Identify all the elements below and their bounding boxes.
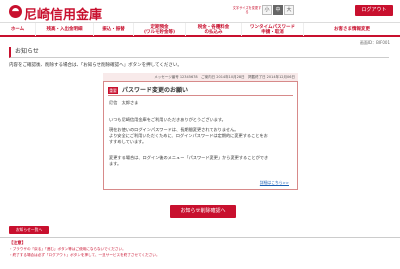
font-size-controls: 小 中 大: [262, 5, 294, 15]
message-paragraph: 変更する場合は、ログイン後のメニュー「パスワード変更」から変更することができ: [109, 155, 269, 160]
details-link[interactable]: 詳細はこちら>>: [260, 180, 289, 186]
message-addressee: 尼信 太郎さま: [109, 100, 139, 105]
page-id: 画面ID：BIF001: [359, 40, 390, 45]
important-badge: 重要: [108, 87, 118, 94]
nav-item-label: ホーム: [10, 27, 25, 32]
back-to-list-button[interactable]: お知らせ一覧へ: [9, 226, 49, 234]
brand-logo-icon: [9, 5, 22, 18]
intro-text: 内容をご確認後、削除する場合は、「お知らせ削除確認へ」ボタンを押してください。: [9, 63, 182, 68]
font-size-large-button[interactable]: 大: [284, 5, 294, 15]
message-meta: メッセージ番号 12345678 ご案内日 2014年10月28日 掲載終了日 …: [103, 73, 298, 81]
nav-item-sublabel: の払込み: [204, 29, 223, 35]
nav-item-balance[interactable]: 残高・入出金明細: [36, 23, 94, 36]
nav-item-home[interactable]: ホーム: [0, 23, 36, 36]
nav-item-one-time-password[interactable]: ワンタイムパスワード 申請・取消: [242, 23, 304, 36]
message-paragraph: いつも尼崎信用金庫をご利用いただきありがとうございます。: [109, 117, 226, 122]
message-paragraph: すすめしています。: [109, 139, 147, 144]
nav-item-label: お客さま情報変更: [334, 27, 370, 32]
logout-button[interactable]: ログアウト: [355, 5, 393, 16]
nav-item-sublabel: (ワルモ貯金等): [143, 29, 176, 35]
nav-item-time-deposit[interactable]: 定期預金 (ワルモ貯金等): [134, 23, 186, 36]
main-nav: ホーム 残高・入出金明細 振込・振替 定期預金 (ワルモ貯金等) 税金・各種料金…: [0, 22, 400, 37]
nav-item-label: 振込・振替: [102, 27, 125, 32]
header: 尼崎信用金庫 文字サイズを変更する 小 中 大 ログアウト: [0, 0, 400, 23]
nav-item-label: 残高・入出金明細: [46, 27, 83, 32]
divider: [0, 237, 400, 238]
message-box: 重要 パスワード変更のお願い 尼信 太郎さま いつも尼崎信用金庫をご利用いただき…: [103, 81, 298, 190]
message-header: 重要 パスワード変更のお願い: [108, 86, 293, 96]
nav-item-transfer[interactable]: 振込・振替: [94, 23, 134, 36]
message-paragraph: ます。: [109, 161, 122, 166]
brand-name: 尼崎信用金庫: [24, 8, 103, 23]
font-size-label: 文字サイズを変更する: [232, 6, 262, 14]
font-size-small-button[interactable]: 小: [262, 5, 272, 15]
page-title: お知らせ: [9, 47, 389, 58]
message-title: パスワード変更のお願い: [122, 87, 189, 94]
delete-confirm-button[interactable]: お知らせ削除確認へ: [170, 205, 236, 218]
note-line: ・終了する場合は必ず「ログアウト」ボタンを押して、一旦サービスを終了させてくださ…: [9, 253, 160, 257]
nav-item-sublabel: 申請・取消: [261, 29, 284, 35]
font-size-medium-button[interactable]: 中: [273, 5, 283, 15]
notes-title: 【注意】: [9, 240, 26, 245]
nav-item-payments[interactable]: 税金・各種料金 の払込み: [186, 23, 242, 36]
note-line: ・ブラウザの「戻る」「進む」ボタン等はご使用にならないでください。: [9, 247, 126, 251]
nav-item-customer-info[interactable]: お客さま情報変更: [304, 23, 400, 36]
